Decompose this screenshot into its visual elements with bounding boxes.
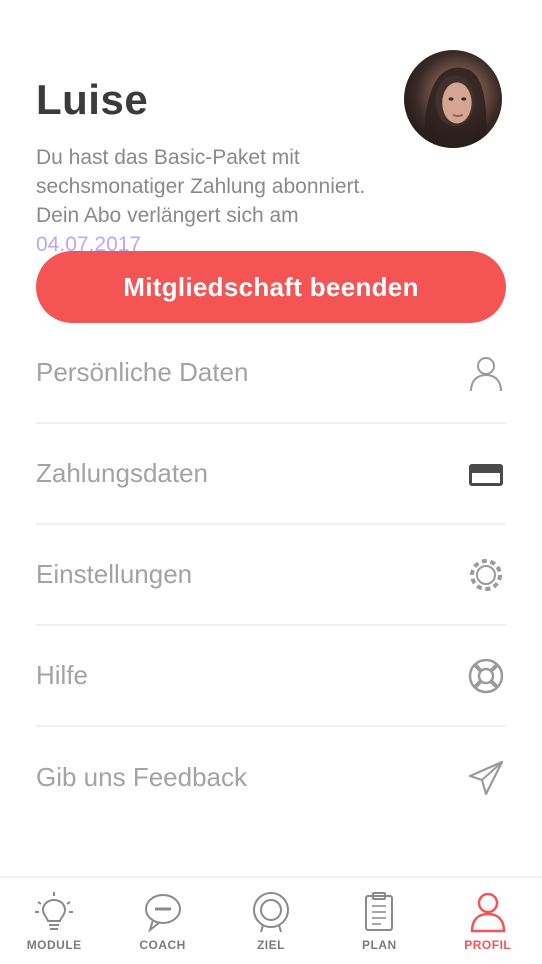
nav-label: ZIEL <box>256 938 285 952</box>
avatar[interactable] <box>404 50 502 148</box>
person-icon <box>470 892 506 933</box>
nav-item-profil[interactable]: PROFIL <box>438 878 538 952</box>
menu-item-help[interactable]: Hilfe <box>36 626 506 727</box>
subscription-description: Du hast das Basic-Paket mit sechsmonatig… <box>36 146 366 227</box>
nav-item-coach[interactable]: COACH <box>113 878 213 952</box>
user-photo-icon <box>423 67 487 148</box>
menu-item-label: Einstellungen <box>36 559 193 589</box>
menu-item-settings[interactable]: Einstellungen <box>36 525 506 626</box>
profile-name: Luise <box>36 76 149 123</box>
nav-label: MODULE <box>26 938 82 952</box>
nav-label: PLAN <box>362 938 397 952</box>
gear-icon <box>466 555 506 595</box>
nav-item-plan[interactable]: PLAN <box>329 878 429 952</box>
menu-item-personal-data[interactable]: Persönliche Daten <box>36 323 506 424</box>
lifebuoy-icon <box>466 656 506 696</box>
person-icon <box>466 353 506 393</box>
profile-menu: Persönliche Daten Zahlungsdaten Einstell… <box>36 323 506 828</box>
nav-item-ziel[interactable]: ZIEL <box>221 878 321 952</box>
menu-item-label: Persönliche Daten <box>36 357 249 387</box>
nav-label: PROFIL <box>464 938 512 952</box>
bottom-navigation: MODULE COACH ZIEL PLAN PROFIL <box>0 876 542 964</box>
lightbulb-icon <box>35 892 74 930</box>
menu-item-payment-data[interactable]: Zahlungsdaten <box>36 424 506 525</box>
menu-item-feedback[interactable]: Gib uns Feedback <box>36 727 506 828</box>
paper-plane-icon <box>466 758 506 798</box>
target-icon <box>252 892 289 933</box>
profile-screen: Luise Du hast das Basic-Paket mit sechsm… <box>0 0 542 964</box>
menu-item-label: Gib uns Feedback <box>36 762 248 792</box>
subscription-info: Du hast das Basic-Paket mit sechsmonatig… <box>36 143 396 259</box>
chat-bubble-icon <box>144 894 181 933</box>
menu-item-label: Hilfe <box>36 660 89 690</box>
nav-item-module[interactable]: MODULE <box>4 878 104 952</box>
menu-item-label: Zahlungsdaten <box>36 458 209 488</box>
end-membership-button[interactable]: Mitgliedschaft beenden <box>36 251 506 323</box>
clipboard-icon <box>365 892 394 931</box>
credit-card-icon <box>466 454 506 494</box>
nav-label: COACH <box>139 938 186 952</box>
